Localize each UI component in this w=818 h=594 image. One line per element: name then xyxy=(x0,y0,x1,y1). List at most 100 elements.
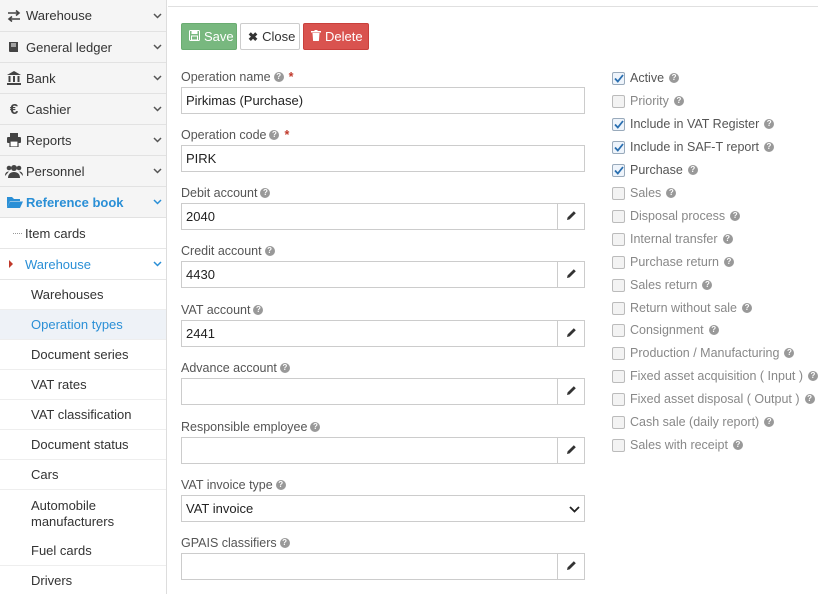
checkbox-include-in-vat-register[interactable]: Include in VAT Register? xyxy=(612,116,775,132)
help-icon[interactable]: ? xyxy=(273,72,284,82)
checkbox-active[interactable]: Active? xyxy=(612,70,680,86)
debit-account-edit-button[interactable] xyxy=(557,203,585,230)
checkbox-fixed-asset-disposal-output[interactable]: Fixed asset disposal ( Output )? xyxy=(612,391,815,407)
checkbox-checked-icon[interactable] xyxy=(612,163,625,177)
checkbox-empty-icon[interactable] xyxy=(612,255,625,269)
help-icon[interactable]: ? xyxy=(742,303,753,313)
help-icon[interactable]: ? xyxy=(310,422,321,432)
sidebar-leaf-automobile-manufacturers[interactable]: Automobile manufacturers xyxy=(0,490,130,536)
checkbox-internal-transfer[interactable]: Internal transfer? xyxy=(612,231,733,247)
sidebar-item-bank[interactable]: Bank xyxy=(0,63,166,94)
vat-account-input[interactable]: 2441 xyxy=(181,320,558,347)
sidebar-item-cashier[interactable]: € Cashier xyxy=(0,94,166,125)
help-icon[interactable]: ? xyxy=(764,142,774,152)
checkbox-empty-icon[interactable] xyxy=(612,346,625,360)
help-icon[interactable]: ? xyxy=(784,348,795,358)
help-icon[interactable]: ? xyxy=(269,130,280,140)
help-icon[interactable]: ? xyxy=(808,371,818,381)
help-icon[interactable]: ? xyxy=(764,417,775,427)
advance-account-input[interactable] xyxy=(181,378,558,405)
vat-invoice-type-select[interactable]: VAT invoice xyxy=(181,495,585,522)
checkbox-purchase[interactable]: Purchase? xyxy=(612,162,698,178)
operation-name-input[interactable]: Pirkimas (Purchase) xyxy=(181,87,585,114)
checkbox-checked-icon[interactable] xyxy=(612,140,625,154)
gpais-classifiers-edit-button[interactable] xyxy=(557,553,585,580)
checkbox-empty-icon[interactable] xyxy=(612,369,625,383)
sidebar-leaf-document-status[interactable]: Document status xyxy=(0,430,166,460)
checkbox-purchase-return[interactable]: Purchase return? xyxy=(612,254,734,270)
checkbox-production-manufacturing[interactable]: Production / Manufacturing? xyxy=(612,345,795,361)
checkbox-sales[interactable]: Sales? xyxy=(612,185,677,201)
checkbox-priority[interactable]: Priority? xyxy=(612,93,684,109)
sidebar-leaf-cars[interactable]: Cars xyxy=(0,460,166,490)
checkbox-include-in-saf-t-report[interactable]: Include in SAF-T report? xyxy=(612,139,774,155)
checkbox-empty-icon[interactable] xyxy=(612,323,625,337)
select-value: VAT invoice xyxy=(186,501,254,516)
vat-account-edit-button[interactable] xyxy=(557,320,585,347)
sidebar-item-reference-book[interactable]: Reference book xyxy=(0,187,166,218)
help-icon[interactable]: ? xyxy=(264,246,275,256)
sidebar-item-personnel[interactable]: Personnel xyxy=(0,156,166,187)
checkbox-checked-icon[interactable] xyxy=(612,71,625,85)
responsible-employee-input[interactable] xyxy=(181,437,558,464)
save-button[interactable]: Save xyxy=(181,23,237,50)
help-icon[interactable]: ? xyxy=(253,305,264,315)
checkbox-return-without-sale[interactable]: Return without sale? xyxy=(612,300,753,316)
credit-account-edit-button[interactable] xyxy=(557,261,585,288)
help-icon[interactable]: ? xyxy=(804,394,815,404)
sidebar-item-general-ledger[interactable]: General ledger xyxy=(0,32,166,63)
help-icon[interactable]: ? xyxy=(702,280,713,290)
checkbox-empty-icon[interactable] xyxy=(612,209,625,223)
help-icon[interactable]: ? xyxy=(279,538,290,548)
checkbox-empty-icon[interactable] xyxy=(612,232,625,246)
sidebar-leaf-vat-classification[interactable]: VAT classification xyxy=(0,400,166,430)
help-icon[interactable]: ? xyxy=(687,165,698,175)
help-icon[interactable]: ? xyxy=(708,325,719,335)
sidebar-leaf-drivers[interactable]: Drivers xyxy=(0,566,166,594)
debit-account-input[interactable]: 2040 xyxy=(181,203,558,230)
sidebar-subitem-item-cards[interactable]: Item cards xyxy=(0,218,166,249)
checkbox-fixed-asset-acquisition-input[interactable]: Fixed asset acquisition ( Input )? xyxy=(612,368,818,384)
help-icon[interactable]: ? xyxy=(730,211,741,221)
sidebar-item-warehouse[interactable]: Warehouse xyxy=(0,0,166,32)
sidebar-subitem-warehouse[interactable]: Warehouse xyxy=(0,249,166,280)
checkbox-empty-icon[interactable] xyxy=(612,186,625,200)
checkbox-sales-with-receipt[interactable]: Sales with receipt? xyxy=(612,437,743,453)
checkbox-disposal-process[interactable]: Disposal process? xyxy=(612,208,741,224)
close-button[interactable]: ✖ Close xyxy=(240,23,300,50)
help-icon[interactable]: ? xyxy=(732,440,743,450)
sidebar-leaf-document-series[interactable]: Document series xyxy=(0,340,166,370)
help-icon[interactable]: ? xyxy=(669,73,680,83)
sidebar-leaf-operation-types[interactable]: Operation types xyxy=(0,310,166,340)
help-icon[interactable]: ? xyxy=(722,234,733,244)
checkbox-empty-icon[interactable] xyxy=(612,438,625,452)
sidebar-leaf-warehouses[interactable]: Warehouses xyxy=(0,280,166,310)
sidebar-leaf-vat-rates[interactable]: VAT rates xyxy=(0,370,166,400)
help-icon[interactable]: ? xyxy=(279,363,290,373)
checkbox-empty-icon[interactable] xyxy=(612,301,625,315)
checkbox-checked-icon[interactable] xyxy=(612,117,625,131)
checkbox-empty-icon[interactable] xyxy=(612,392,625,406)
sidebar-item-reports[interactable]: Reports xyxy=(0,125,166,156)
help-icon[interactable]: ? xyxy=(673,96,684,106)
checkbox-empty-icon[interactable] xyxy=(612,278,625,292)
advance-account-edit-button[interactable] xyxy=(557,378,585,405)
checkbox-sales-return[interactable]: Sales return? xyxy=(612,277,713,293)
close-button-label: Close xyxy=(262,29,296,44)
credit-account-input[interactable]: 4430 xyxy=(181,261,558,288)
delete-button[interactable]: Delete xyxy=(303,23,369,50)
checkbox-empty-icon[interactable] xyxy=(612,94,625,108)
help-icon[interactable]: ? xyxy=(260,188,271,198)
gpais-classifiers-input[interactable] xyxy=(181,553,558,580)
help-icon[interactable]: ? xyxy=(666,188,677,198)
help-icon[interactable]: ? xyxy=(723,257,734,267)
checkbox-cash-sale-daily-report[interactable]: Cash sale (daily report)? xyxy=(612,414,775,430)
responsible-employee-edit-button[interactable] xyxy=(557,437,585,464)
chevron-down-icon xyxy=(148,199,166,205)
operation-code-input[interactable]: PIRK xyxy=(181,145,585,172)
checkbox-consignment[interactable]: Consignment? xyxy=(612,322,719,338)
help-icon[interactable]: ? xyxy=(764,119,775,129)
checkbox-empty-icon[interactable] xyxy=(612,415,625,429)
sidebar-leaf-fuel-cards[interactable]: Fuel cards xyxy=(0,536,166,566)
help-icon[interactable]: ? xyxy=(275,480,286,490)
